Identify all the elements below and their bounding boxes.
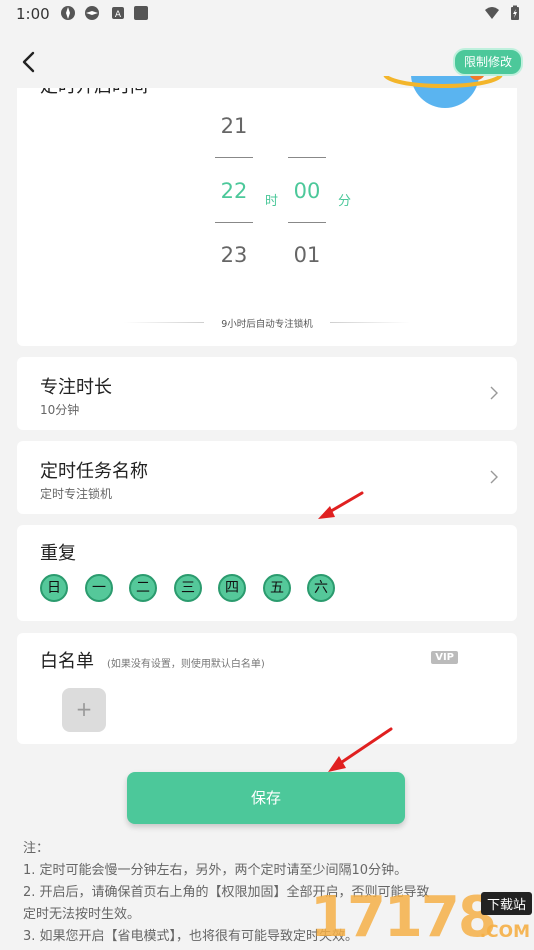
status-bar: 1:00 A bbox=[0, 0, 534, 28]
auto-lock-hint: 9小时后自动专注锁机 bbox=[221, 319, 313, 330]
whitelist-note: (如果没有设置，则使用默认白名单) bbox=[107, 659, 265, 670]
back-arrow-icon[interactable] bbox=[18, 50, 40, 74]
task-name-row[interactable]: 定时任务名称 定时专注锁机 bbox=[17, 441, 517, 514]
hint-divider bbox=[330, 322, 410, 323]
hour-option[interactable]: 21 bbox=[214, 114, 254, 138]
day-toggle-fri[interactable]: 五 bbox=[263, 574, 291, 602]
limit-modification-button[interactable]: 限制修改 bbox=[452, 48, 523, 76]
svg-text:A: A bbox=[115, 10, 122, 20]
save-button[interactable]: 保存 bbox=[127, 772, 405, 824]
repeat-card: 重复 日 一 二 三 四 五 六 bbox=[17, 525, 517, 621]
app-notification-icon bbox=[61, 6, 75, 20]
whitelist-title: 白名单 bbox=[40, 651, 94, 672]
status-time: 1:00 bbox=[16, 5, 50, 23]
picker-divider bbox=[288, 222, 326, 223]
square-notification-icon bbox=[134, 6, 148, 20]
hour-selected[interactable]: 22 bbox=[214, 179, 254, 203]
a-badge-icon: A bbox=[112, 7, 124, 20]
chevron-right-icon bbox=[490, 386, 498, 400]
day-toggle-sun[interactable]: 日 bbox=[40, 574, 68, 602]
battery-icon bbox=[511, 5, 519, 20]
focus-duration-row[interactable]: 专注时长 10分钟 bbox=[17, 357, 517, 430]
notes-section: 注： 1. 定时可能会慢一分钟左右，另外，两个定时请至少间隔10分钟。 2. 开… bbox=[23, 838, 523, 948]
chevron-right-icon bbox=[490, 470, 498, 484]
hour-unit-label: 时 bbox=[265, 194, 279, 209]
vip-badge: VIP bbox=[431, 651, 458, 664]
day-toggle-thu[interactable]: 四 bbox=[218, 574, 246, 602]
minute-selected[interactable]: 00 bbox=[287, 179, 327, 203]
note-item: 2. 开启后，请确保首页右上角的【权限加固】全部开启，否则可能导致 bbox=[23, 885, 430, 900]
picker-divider bbox=[215, 157, 253, 158]
minute-unit-label: 分 bbox=[338, 194, 352, 209]
task-name-value: 定时专注锁机 bbox=[40, 487, 113, 501]
picker-divider bbox=[288, 157, 326, 158]
repeat-title: 重复 bbox=[40, 543, 76, 564]
whitelist-card: 白名单 (如果没有设置，则使用默认白名单) VIP + bbox=[17, 633, 517, 744]
task-name-title: 定时任务名称 bbox=[40, 461, 148, 482]
picker-divider bbox=[215, 222, 253, 223]
focus-duration-title: 专注时长 bbox=[40, 377, 112, 398]
wifi-icon bbox=[485, 7, 499, 19]
day-toggle-tue[interactable]: 二 bbox=[129, 574, 157, 602]
day-toggle-wed[interactable]: 三 bbox=[174, 574, 202, 602]
minute-option[interactable]: 01 bbox=[287, 243, 327, 267]
note-item: 3. 如果您开启【省电模式】，也将很有可能导致定时失效。 bbox=[23, 929, 359, 944]
focus-duration-value: 10分钟 bbox=[40, 403, 80, 417]
timer-card: 定时开启时间 21 22 23 时 00 01 分 9小时后自动专注锁机 bbox=[17, 76, 517, 346]
day-toggle-mon[interactable]: 一 bbox=[85, 574, 113, 602]
note-item: 定时无法按时生效。 bbox=[23, 907, 141, 922]
day-toggle-sat[interactable]: 六 bbox=[307, 574, 335, 602]
add-app-button[interactable]: + bbox=[62, 688, 106, 732]
note-item: 1. 定时可能会慢一分钟左右，另外，两个定时请至少间隔10分钟。 bbox=[23, 863, 408, 878]
hour-option[interactable]: 23 bbox=[214, 243, 254, 267]
planet-illustration bbox=[383, 76, 503, 108]
notes-heading: 注： bbox=[23, 841, 50, 856]
app-notification-icon bbox=[85, 6, 99, 20]
